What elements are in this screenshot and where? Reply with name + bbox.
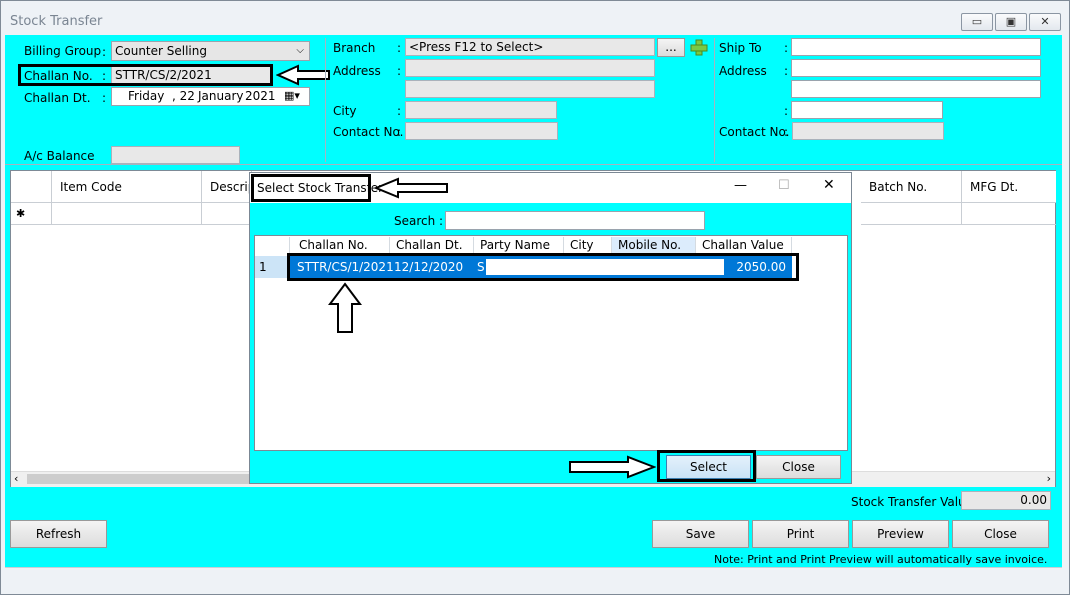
city-field[interactable] bbox=[405, 101, 557, 119]
colon: : bbox=[102, 45, 107, 59]
column-header-challan-value[interactable]: Challan Value bbox=[696, 237, 792, 254]
date-month: January bbox=[198, 89, 244, 103]
right-arrow-annotation bbox=[569, 455, 656, 479]
divider bbox=[714, 38, 715, 162]
save-note: Note: Print and Print Preview will autom… bbox=[714, 553, 1048, 566]
branch-browse-button[interactable]: ... bbox=[657, 38, 685, 57]
address-line2-field[interactable] bbox=[405, 80, 655, 98]
column-header-mfg-dt[interactable]: MFG Dt. bbox=[962, 171, 1056, 203]
close-icon[interactable]: ✕ bbox=[823, 177, 835, 193]
ac-balance-field[interactable] bbox=[111, 146, 240, 164]
billing-group-value: Counter Selling bbox=[115, 44, 207, 58]
minimize-icon: ▭ bbox=[971, 15, 983, 28]
scroll-left-icon[interactable]: ‹ bbox=[14, 472, 18, 485]
maximize-icon: ▣ bbox=[1005, 15, 1017, 28]
window-title: Stock Transfer bbox=[10, 14, 103, 29]
colon: : bbox=[397, 41, 402, 55]
scrollbar-thumb[interactable] bbox=[27, 474, 257, 484]
title-bar bbox=[1, 1, 1067, 33]
column-header-description[interactable]: Descripti bbox=[202, 171, 263, 203]
cell-item-code[interactable] bbox=[52, 203, 202, 225]
colon: : bbox=[397, 104, 402, 118]
close-window-button[interactable]: ✕ bbox=[1029, 13, 1061, 31]
billing-group-select[interactable]: Counter Selling ⌵ bbox=[111, 41, 310, 61]
date-year: 2021 bbox=[245, 89, 276, 103]
add-branch-icon[interactable] bbox=[689, 38, 709, 57]
stock-transfer-list[interactable]: Challan No. Challan Dt. Party Name City … bbox=[254, 235, 848, 451]
cell-mfg-dt[interactable] bbox=[962, 203, 1056, 225]
search-label: Search : bbox=[394, 214, 444, 228]
close-button[interactable]: Close bbox=[952, 520, 1049, 548]
refresh-button[interactable]: Refresh bbox=[10, 520, 107, 548]
print-button[interactable]: Print bbox=[752, 520, 849, 548]
select-stock-transfer-dialog: Select Stock Transfer — ☐ ✕ Search : Cha… bbox=[249, 172, 852, 484]
contact-no-label: Contact No. bbox=[333, 125, 404, 139]
colon: : bbox=[784, 64, 789, 78]
ac-balance-label: A/c Balance bbox=[24, 149, 95, 163]
left-arrow-annotation bbox=[374, 177, 448, 199]
date-day-number: , 22 bbox=[172, 89, 195, 103]
ship-address-line2-field[interactable] bbox=[791, 80, 1041, 98]
column-header-city[interactable]: City bbox=[564, 237, 612, 254]
ship-contact-label: Contact No. bbox=[719, 125, 790, 139]
column-header-mobile-no[interactable]: Mobile No. bbox=[612, 237, 696, 254]
challan-date-picker[interactable]: Friday , 22 January 2021 ▦▾ bbox=[111, 87, 310, 106]
contact-no-field[interactable] bbox=[405, 122, 558, 140]
challan-dt-label: Challan Dt. bbox=[24, 91, 91, 105]
column-header-item-code[interactable]: Item Code bbox=[52, 171, 202, 203]
ship-address-label: Address bbox=[719, 64, 767, 78]
city-label: City bbox=[333, 104, 357, 118]
left-arrow-annotation bbox=[276, 64, 330, 86]
column-header-batch-no[interactable]: Batch No. bbox=[861, 171, 962, 203]
divider bbox=[5, 164, 1062, 165]
stock-transfer-value-field: 0.00 bbox=[961, 491, 1051, 510]
up-arrow-annotation bbox=[328, 282, 362, 333]
calendar-icon[interactable]: ▦▾ bbox=[284, 88, 300, 104]
divider bbox=[325, 38, 326, 162]
row-header-cell bbox=[11, 171, 52, 203]
colon: : bbox=[784, 41, 789, 55]
dialog-close-button[interactable]: Close bbox=[756, 455, 841, 479]
selected-row-highlight bbox=[287, 253, 799, 281]
column-header-party-name[interactable]: Party Name bbox=[474, 237, 564, 254]
branch-label: Branch bbox=[333, 41, 376, 55]
colon: : bbox=[784, 125, 789, 139]
cell-batch-no[interactable] bbox=[861, 203, 962, 225]
colon: : bbox=[102, 91, 107, 105]
close-icon: ✕ bbox=[1040, 15, 1050, 28]
colon: : bbox=[784, 104, 789, 118]
new-row-marker: ✱ bbox=[11, 203, 52, 225]
ship-contact-field[interactable] bbox=[792, 122, 944, 140]
save-button[interactable]: Save bbox=[652, 520, 749, 548]
billing-group-label: Billing Group bbox=[24, 44, 102, 58]
minimize-icon[interactable]: — bbox=[734, 178, 747, 193]
row-index: 1 bbox=[255, 256, 290, 278]
column-header-challan-dt[interactable]: Challan Dt. bbox=[390, 237, 474, 254]
ship-to-field[interactable] bbox=[791, 38, 1041, 56]
column-header-challan-no[interactable]: Challan No. bbox=[293, 237, 390, 254]
minimize-button[interactable]: ▭ bbox=[961, 13, 993, 31]
maximize-icon[interactable]: ☐ bbox=[778, 178, 790, 193]
colon: : bbox=[397, 125, 402, 139]
address-line1-field[interactable] bbox=[405, 59, 655, 77]
chevron-down-icon: ⌵ bbox=[296, 45, 304, 56]
dialog-title: Select Stock Transfer bbox=[257, 181, 384, 195]
list-row-header bbox=[255, 237, 290, 254]
status-bar bbox=[5, 567, 1062, 588]
ship-to-label: Ship To bbox=[719, 41, 762, 55]
date-day: Friday bbox=[128, 89, 165, 103]
select-button-highlight bbox=[657, 450, 756, 482]
search-input[interactable] bbox=[445, 211, 705, 230]
cell-description[interactable] bbox=[202, 203, 252, 225]
preview-button[interactable]: Preview bbox=[852, 520, 949, 548]
colon: : bbox=[397, 64, 402, 78]
maximize-button[interactable]: ▣ bbox=[995, 13, 1027, 31]
challan-no-highlight bbox=[18, 64, 273, 86]
address-label: Address bbox=[333, 64, 381, 78]
ship-address-line1-field[interactable] bbox=[791, 59, 1041, 77]
ship-city-field[interactable] bbox=[791, 101, 943, 119]
scroll-right-icon[interactable]: › bbox=[1047, 472, 1051, 485]
branch-field[interactable]: <Press F12 to Select> bbox=[405, 38, 655, 56]
